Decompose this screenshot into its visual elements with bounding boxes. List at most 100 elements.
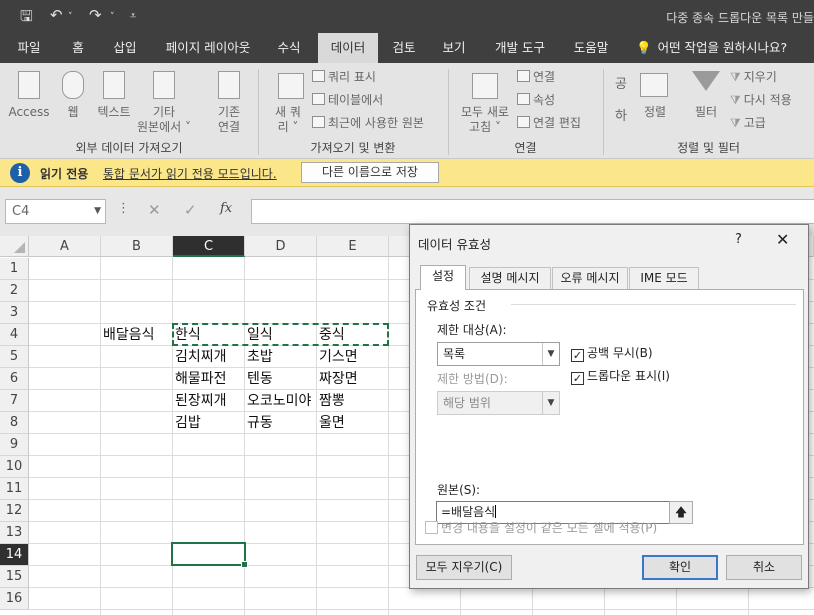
save-icon[interactable]: 🖫 — [20, 6, 33, 31]
from-table-button[interactable]: 테이블에서 — [312, 91, 383, 109]
tab-settings[interactable]: 설정 — [420, 265, 466, 290]
web-button[interactable]: 웹 — [58, 105, 88, 120]
sort-az-label-1[interactable]: 공 — [608, 77, 634, 92]
show-queries-button[interactable]: 쿼리 표시 — [312, 68, 376, 86]
refresh-all-label-1[interactable]: 모두 새로 — [455, 105, 515, 120]
cell-c7[interactable]: 된장찌개 — [173, 390, 244, 412]
select-all-button[interactable] — [0, 236, 29, 257]
row-header-6[interactable]: 6 — [0, 368, 29, 390]
existing-connections-label-2[interactable]: 연결 — [208, 120, 250, 135]
row-header-16[interactable]: 16 — [0, 588, 29, 610]
column-header-e[interactable]: E — [317, 236, 389, 257]
recent-sources-button[interactable]: 최근에 사용한 원본 — [312, 114, 424, 132]
edit-links-button[interactable]: 연결 편집 — [517, 114, 581, 132]
collapse-dialog-icon[interactable]: 🡅 — [669, 501, 693, 524]
cell-d7[interactable]: 오코노미야 — [245, 390, 316, 412]
cell-e5[interactable]: 기스면 — [317, 346, 388, 368]
tab-file[interactable]: 파일 — [5, 33, 53, 63]
cell-e7[interactable]: 짬뽕 — [317, 390, 388, 412]
new-query-label-1[interactable]: 새 쿼 — [268, 105, 308, 120]
row-header-14[interactable]: 14 — [0, 544, 29, 566]
new-query-label-2[interactable]: 리 ˅ — [268, 120, 308, 135]
undo-icon[interactable]: ↶ — [50, 6, 63, 24]
tab-home[interactable]: 홈 — [60, 33, 96, 63]
tab-data[interactable]: 데이터 — [318, 33, 378, 63]
other-sources-label-2[interactable]: 원본에서 ˅ — [135, 120, 193, 135]
allow-select[interactable]: 목록 ▼ — [437, 342, 560, 366]
sort-az-label-2[interactable]: 하 — [608, 109, 634, 124]
ignore-blank-checkbox[interactable]: ✓ 공백 무시(B) — [571, 344, 653, 362]
ok-button[interactable]: 확인 — [642, 555, 718, 580]
other-sources-label-1[interactable]: 기타 — [135, 105, 193, 120]
save-as-button[interactable]: 다른 이름으로 저장 — [301, 162, 439, 183]
row-header-8[interactable]: 8 — [0, 412, 29, 434]
row-header-3[interactable]: 3 — [0, 302, 29, 324]
tab-developer[interactable]: 개발 도구 — [486, 33, 554, 63]
redo-dropdown-icon[interactable]: ˅ — [110, 12, 115, 22]
cell-d5[interactable]: 초밥 — [245, 346, 316, 368]
cancel-button[interactable]: 취소 — [726, 555, 802, 580]
chevron-down-icon[interactable]: ▼ — [94, 200, 101, 223]
insert-function-icon[interactable]: fx — [220, 201, 232, 216]
undo-dropdown-icon[interactable]: ˅ — [68, 12, 73, 22]
row-header-1[interactable]: 1 — [0, 258, 29, 280]
row-header-4[interactable]: 4 — [0, 324, 29, 346]
redo-icon[interactable]: ↷ — [89, 6, 102, 24]
cell-d6[interactable]: 텐동 — [245, 368, 316, 390]
active-cell-c14[interactable] — [171, 542, 248, 568]
tab-input-message[interactable]: 설명 메시지 — [469, 267, 551, 289]
customize-toolbar-icon[interactable]: ⩡ — [130, 9, 136, 23]
sort-button[interactable]: 정렬 — [636, 105, 674, 120]
close-icon[interactable]: ✕ — [776, 230, 789, 249]
help-icon[interactable]: ? — [735, 232, 742, 247]
text-button[interactable]: 텍스트 — [92, 105, 136, 120]
tab-ime-mode[interactable]: IME 모드 — [629, 267, 699, 289]
access-button[interactable]: Access — [6, 105, 52, 120]
cell-b4[interactable]: 배달음식 — [101, 324, 172, 346]
connections-button[interactable]: 연결 — [517, 68, 555, 86]
row-header-10[interactable]: 10 — [0, 456, 29, 478]
read-only-message[interactable]: 통합 문서가 읽기 전용 모드입니다. — [103, 165, 277, 182]
clear-button[interactable]: ⧩ 지우기 — [730, 68, 777, 86]
properties-button[interactable]: 속성 — [517, 91, 555, 109]
tab-help[interactable]: 도움말 — [563, 33, 619, 63]
row-header-7[interactable]: 7 — [0, 390, 29, 412]
more-options-icon[interactable]: ⋮ — [117, 201, 130, 216]
tab-view[interactable]: 보기 — [433, 33, 475, 63]
column-header-d[interactable]: D — [245, 236, 317, 257]
in-cell-dropdown-checkbox[interactable]: ✓ 드롭다운 표시(I) — [571, 367, 670, 385]
cell-e8[interactable]: 울면 — [317, 412, 388, 434]
formula-input[interactable] — [251, 199, 814, 224]
clear-all-button[interactable]: 모두 지우기(C) — [416, 555, 512, 580]
row-header-5[interactable]: 5 — [0, 346, 29, 368]
tab-formulas[interactable]: 수식 — [268, 33, 310, 63]
cell-c5[interactable]: 김치찌개 — [173, 346, 244, 368]
row-header-13[interactable]: 13 — [0, 522, 29, 544]
advanced-button[interactable]: ⧩ 고급 — [730, 114, 766, 132]
row-header-12[interactable]: 12 — [0, 500, 29, 522]
chevron-down-icon[interactable]: ▼ — [542, 343, 559, 365]
existing-connections-label-1[interactable]: 기존 — [208, 105, 250, 120]
column-header-b[interactable]: B — [101, 236, 173, 257]
tab-review[interactable]: 검토 — [383, 33, 425, 63]
tab-insert[interactable]: 삽입 — [103, 33, 147, 63]
enter-icon[interactable]: ✓ — [184, 201, 197, 219]
row-header-11[interactable]: 11 — [0, 478, 29, 500]
row-header-9[interactable]: 9 — [0, 434, 29, 456]
column-header-a[interactable]: A — [29, 236, 101, 257]
cell-e6[interactable]: 짜장면 — [317, 368, 388, 390]
reapply-button[interactable]: ⧩ 다시 적용 — [730, 91, 792, 109]
cell-d8[interactable]: 규동 — [245, 412, 316, 434]
tell-me-search[interactable]: 💡 어떤 작업을 원하시나요? — [636, 33, 787, 63]
column-header-c[interactable]: C — [173, 236, 245, 257]
row-header-2[interactable]: 2 — [0, 280, 29, 302]
cell-c6[interactable]: 해물파전 — [173, 368, 244, 390]
refresh-all-label-2[interactable]: 고침 ˅ — [455, 120, 515, 135]
cancel-icon[interactable]: ✕ — [148, 201, 161, 219]
filter-button[interactable]: 필터 — [688, 105, 724, 120]
tab-error-alert[interactable]: 오류 메시지 — [552, 267, 628, 289]
name-box[interactable]: C4 ▼ — [5, 199, 106, 224]
tab-page-layout[interactable]: 페이지 레이아웃 — [155, 33, 261, 63]
row-header-15[interactable]: 15 — [0, 566, 29, 588]
cell-c8[interactable]: 김밥 — [173, 412, 244, 434]
